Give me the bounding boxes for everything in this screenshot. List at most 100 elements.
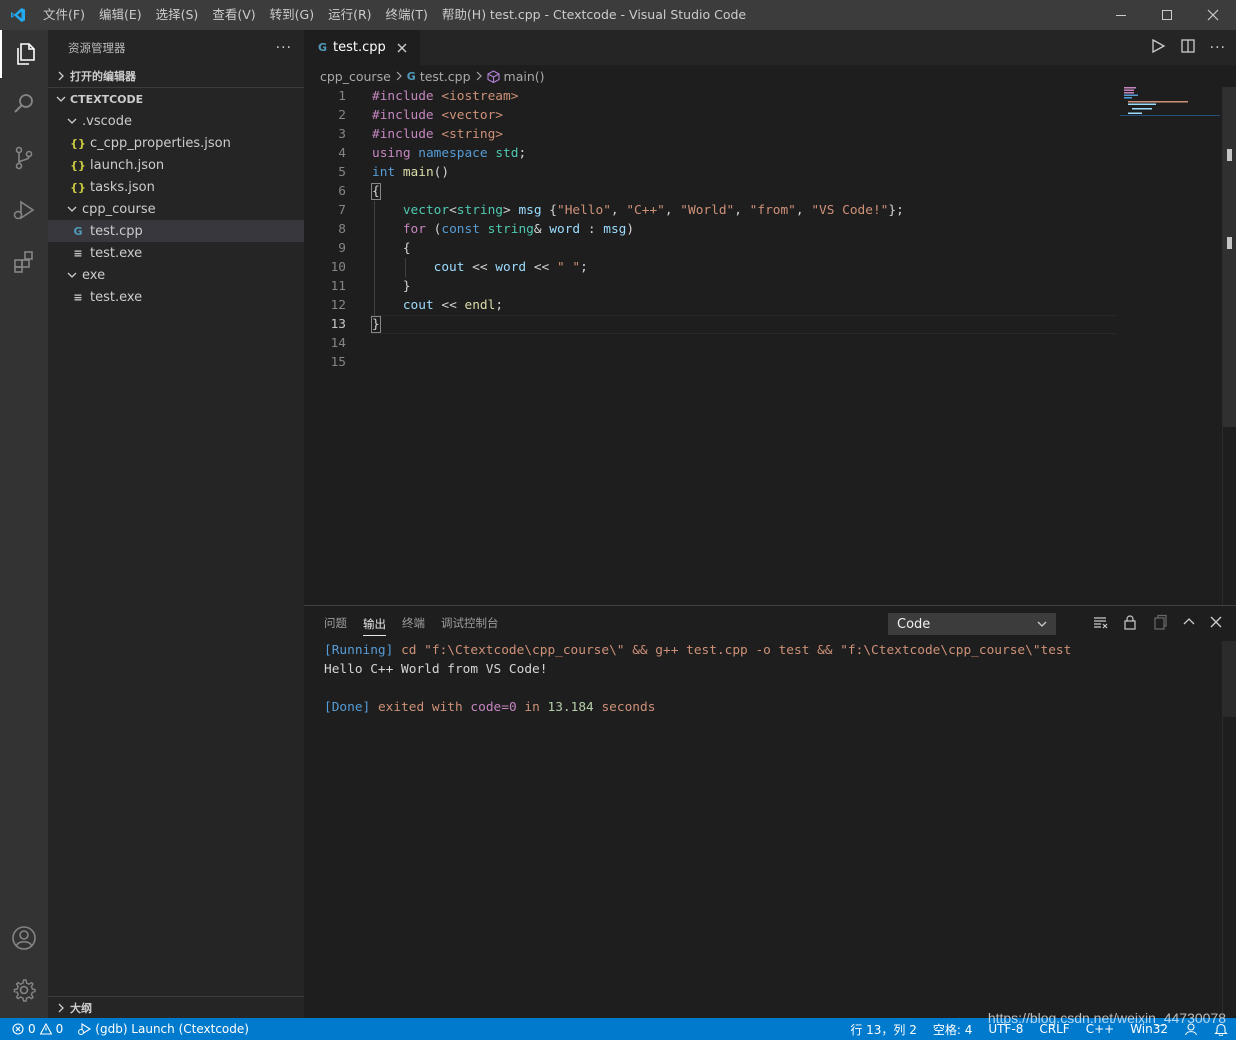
code-line: }	[371, 316, 381, 333]
workspace-section[interactable]: CTEXTCODE	[48, 88, 304, 110]
run-code-button[interactable]	[1150, 38, 1166, 58]
close-window-button[interactable]	[1190, 0, 1236, 30]
accounts-button[interactable]	[0, 914, 48, 962]
tree-file-test-cpp[interactable]: G test.cpp	[48, 220, 304, 242]
source-control-button[interactable]	[0, 134, 48, 182]
chevron-right-icon	[395, 71, 403, 81]
tab-test-cpp[interactable]: G test.cpp	[304, 30, 420, 65]
tab-label: test.cpp	[333, 40, 386, 55]
debug-icon	[78, 1023, 92, 1035]
output-panel: 问题 输出 终端 调试控制台 Code [Running] cd "f:\Cte…	[304, 605, 1236, 1019]
close-panel-button[interactable]	[1210, 616, 1222, 632]
split-editor-button[interactable]	[1180, 38, 1196, 58]
chevron-down-icon	[64, 116, 80, 126]
program-output: Hello C++ World from VS Code!	[324, 662, 548, 677]
breadcrumb-folder[interactable]: cpp_course	[320, 69, 391, 84]
outline-section[interactable]: 大纲	[48, 996, 304, 1018]
code-line: int main()	[372, 165, 450, 180]
tree-file-exe-test-exe[interactable]: ≡ test.exe	[48, 286, 304, 308]
menu-selection[interactable]: 选择(S)	[149, 0, 206, 30]
open-log-button[interactable]	[1152, 614, 1168, 634]
menu-file[interactable]: 文件(F)	[36, 0, 92, 30]
minimap[interactable]	[1120, 87, 1220, 127]
extensions-button[interactable]	[0, 238, 48, 286]
search-button[interactable]	[0, 80, 48, 128]
code-lines: #include <iostream> #include <vector> #i…	[371, 87, 904, 372]
editor-actions: ···	[1150, 30, 1226, 65]
launch-config: (gdb) Launch (Ctextcode)	[95, 1022, 249, 1036]
code-editor[interactable]: 1 2 3 4 5 6 7 8 9 10 11 12 13 14 15 #inc…	[304, 87, 1222, 605]
warning-icon	[39, 1023, 52, 1035]
window-controls	[1098, 0, 1236, 30]
platform[interactable]: Win32	[1130, 1022, 1168, 1036]
debug-launch-status[interactable]: (gdb) Launch (Ctextcode)	[77, 1022, 249, 1036]
clear-all-icon	[1094, 616, 1108, 628]
menu-run[interactable]: 运行(R)	[321, 0, 378, 30]
breadcrumb-file[interactable]: test.cpp	[420, 69, 471, 84]
panel-scrollbar-thumb[interactable]	[1223, 641, 1236, 717]
tree-file-tasks-json[interactable]: {} tasks.json	[48, 176, 304, 198]
feedback-button[interactable]	[1184, 1022, 1198, 1036]
feedback-icon	[1184, 1023, 1198, 1036]
more-actions-icon[interactable]: ···	[276, 40, 292, 56]
problems-status[interactable]: 0 0	[12, 1022, 63, 1036]
activity-bar	[0, 30, 48, 1018]
language-mode[interactable]: C++	[1086, 1022, 1115, 1036]
editor-scrollbar-thumb[interactable]	[1223, 87, 1236, 427]
menu-go[interactable]: 转到(G)	[263, 0, 321, 30]
open-editors-section[interactable]: 打开的编辑器	[48, 65, 304, 87]
breadcrumb-symbol[interactable]: main()	[504, 69, 545, 84]
menu-edit[interactable]: 编辑(E)	[92, 0, 149, 30]
panel-scrollbar[interactable]	[1222, 641, 1236, 1019]
end-of-line[interactable]: CRLF	[1039, 1022, 1069, 1036]
notifications-button[interactable]	[1214, 1022, 1228, 1036]
tree-file-c-cpp-properties[interactable]: {} c_cpp_properties.json	[48, 132, 304, 154]
warning-count: 0	[55, 1022, 64, 1036]
minimize-button[interactable]	[1098, 0, 1144, 30]
tree-file-test-exe[interactable]: ≡ test.exe	[48, 242, 304, 264]
manage-button[interactable]	[0, 966, 48, 1014]
json-file-icon: {}	[70, 180, 86, 194]
tree-item-label: launch.json	[90, 157, 165, 173]
menu-help[interactable]: 帮助(H)	[435, 0, 493, 30]
menu-view[interactable]: 查看(V)	[205, 0, 262, 30]
explorer-button[interactable]	[0, 30, 48, 78]
tree-folder-vscode[interactable]: .vscode	[48, 110, 304, 132]
output-channel-select[interactable]: Code	[888, 613, 1056, 635]
menu-terminal[interactable]: 终端(T)	[379, 0, 435, 30]
tab-terminal[interactable]: 终端	[402, 606, 425, 641]
close-icon	[1210, 616, 1222, 627]
tree-file-launch-json[interactable]: {} launch.json	[48, 154, 304, 176]
tab-debug-console[interactable]: 调试控制台	[441, 606, 499, 641]
cursor-position[interactable]: 行 13，列 2	[850, 1021, 917, 1038]
json-file-icon: {}	[70, 136, 86, 150]
tree-folder-exe[interactable]: exe	[48, 264, 304, 286]
code-line: #include <iostream>	[372, 89, 519, 104]
indentation[interactable]: 空格: 4	[933, 1021, 973, 1038]
code-line: }	[372, 279, 411, 294]
output-text[interactable]: [Running] cd "f:\Ctextcode\cpp_course\" …	[324, 641, 1071, 717]
tree-folder-cpp-course[interactable]: cpp_course	[48, 198, 304, 220]
lock-scroll-button[interactable]	[1122, 614, 1138, 634]
line-number: 9	[338, 241, 346, 256]
error-icon	[12, 1023, 24, 1035]
panel-tabs: 问题 输出 终端 调试控制台	[316, 606, 507, 641]
tab-close-button[interactable]	[394, 40, 410, 56]
tree-item-label: exe	[82, 267, 106, 283]
more-actions-icon[interactable]: ···	[1210, 40, 1226, 56]
tab-output[interactable]: 输出	[363, 612, 386, 636]
tree-item-label: test.exe	[90, 289, 143, 305]
maximize-button[interactable]	[1144, 0, 1190, 30]
chevron-down-icon	[64, 204, 80, 214]
encoding[interactable]: UTF-8	[988, 1022, 1023, 1036]
files-icon	[17, 43, 35, 65]
clear-output-button[interactable]	[1092, 614, 1108, 634]
run-debug-button[interactable]	[0, 186, 48, 234]
chevron-down-icon	[1037, 621, 1047, 627]
editor-scrollbar[interactable]	[1222, 87, 1236, 605]
tab-problems[interactable]: 问题	[324, 606, 347, 641]
maximize-panel-button[interactable]	[1182, 615, 1196, 633]
extensions-icon	[14, 251, 33, 273]
